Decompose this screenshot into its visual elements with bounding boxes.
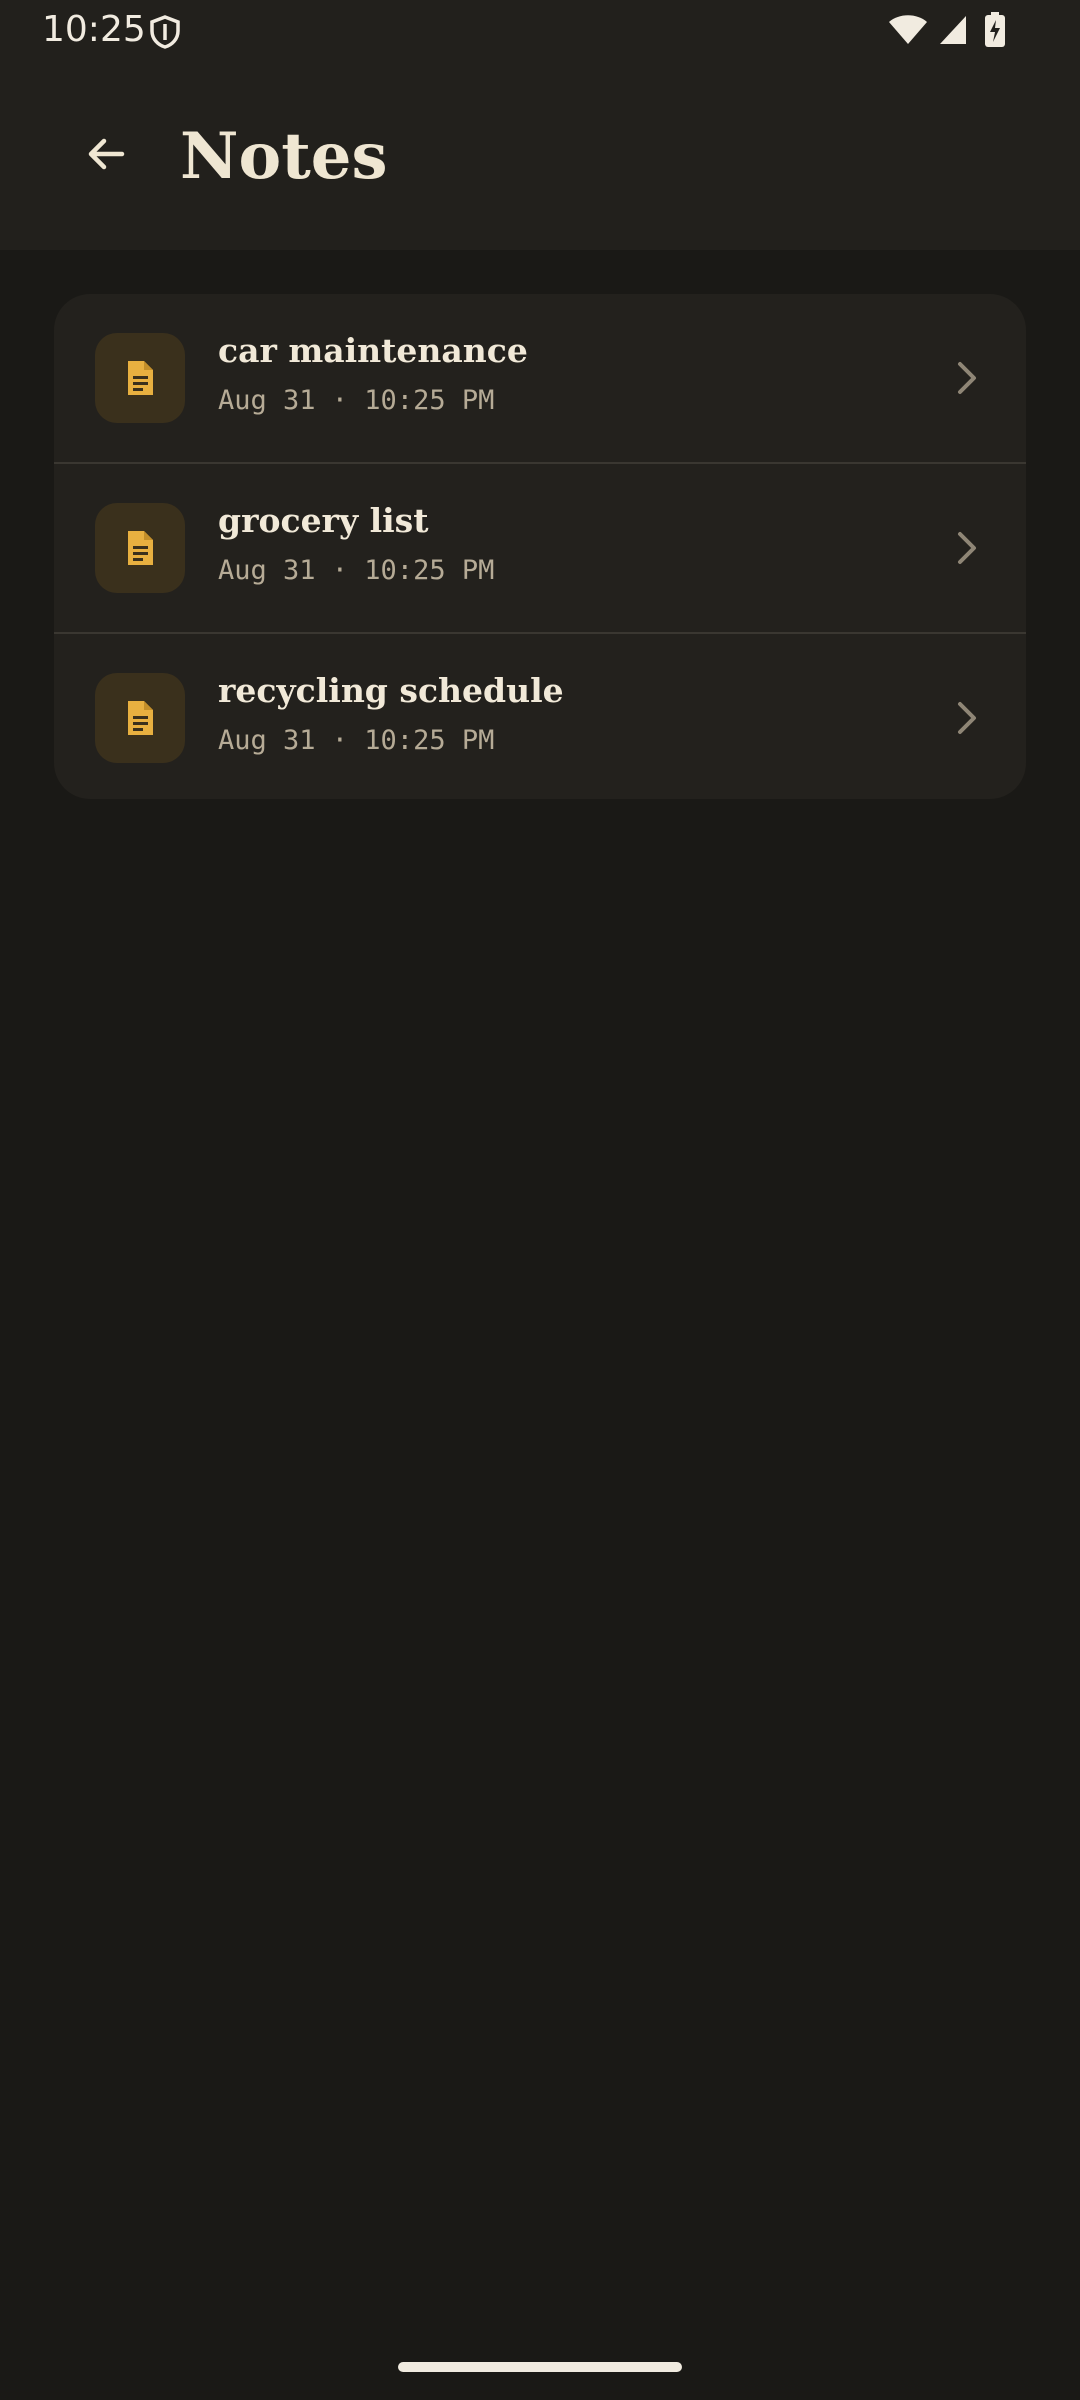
note-timestamp: Aug 31 · 10:25 PM: [218, 385, 495, 416]
document-icon: [128, 701, 153, 735]
signal-icon: [940, 16, 966, 44]
note-timestamp: Aug 31 · 10:25 PM: [218, 555, 495, 586]
note-title: grocery list: [218, 501, 429, 540]
arrow-back-icon: [88, 138, 125, 170]
back-button[interactable]: [64, 112, 148, 196]
shield-icon: [150, 15, 180, 49]
note-icon-container: [95, 333, 185, 423]
note-item[interactable]: grocery list Aug 31 · 10:25 PM: [54, 464, 1026, 632]
document-icon: [128, 531, 153, 565]
note-title: car maintenance: [218, 331, 528, 370]
battery-charging-icon: [985, 12, 1005, 47]
note-icon-container: [95, 503, 185, 593]
document-icon: [128, 361, 153, 395]
chevron-right-icon: [958, 702, 976, 734]
status-time: 10:25: [42, 9, 146, 50]
note-icon-container: [95, 673, 185, 763]
chevron-right-icon: [958, 362, 976, 394]
note-item[interactable]: car maintenance Aug 31 · 10:25 PM: [54, 294, 1026, 462]
page-title: Notes: [180, 119, 388, 194]
notes-list: car maintenance Aug 31 · 10:25 PM grocer…: [54, 294, 1026, 799]
note-item[interactable]: recycling schedule Aug 31 · 10:25 PM: [54, 634, 1026, 799]
note-timestamp: Aug 31 · 10:25 PM: [218, 725, 495, 756]
note-title: recycling schedule: [218, 671, 564, 710]
wifi-icon: [889, 15, 927, 44]
status-bar: 10:25: [0, 0, 1080, 62]
chevron-right-icon: [958, 532, 976, 564]
home-indicator[interactable]: [398, 2362, 682, 2372]
app-bar: Notes: [0, 62, 1080, 250]
